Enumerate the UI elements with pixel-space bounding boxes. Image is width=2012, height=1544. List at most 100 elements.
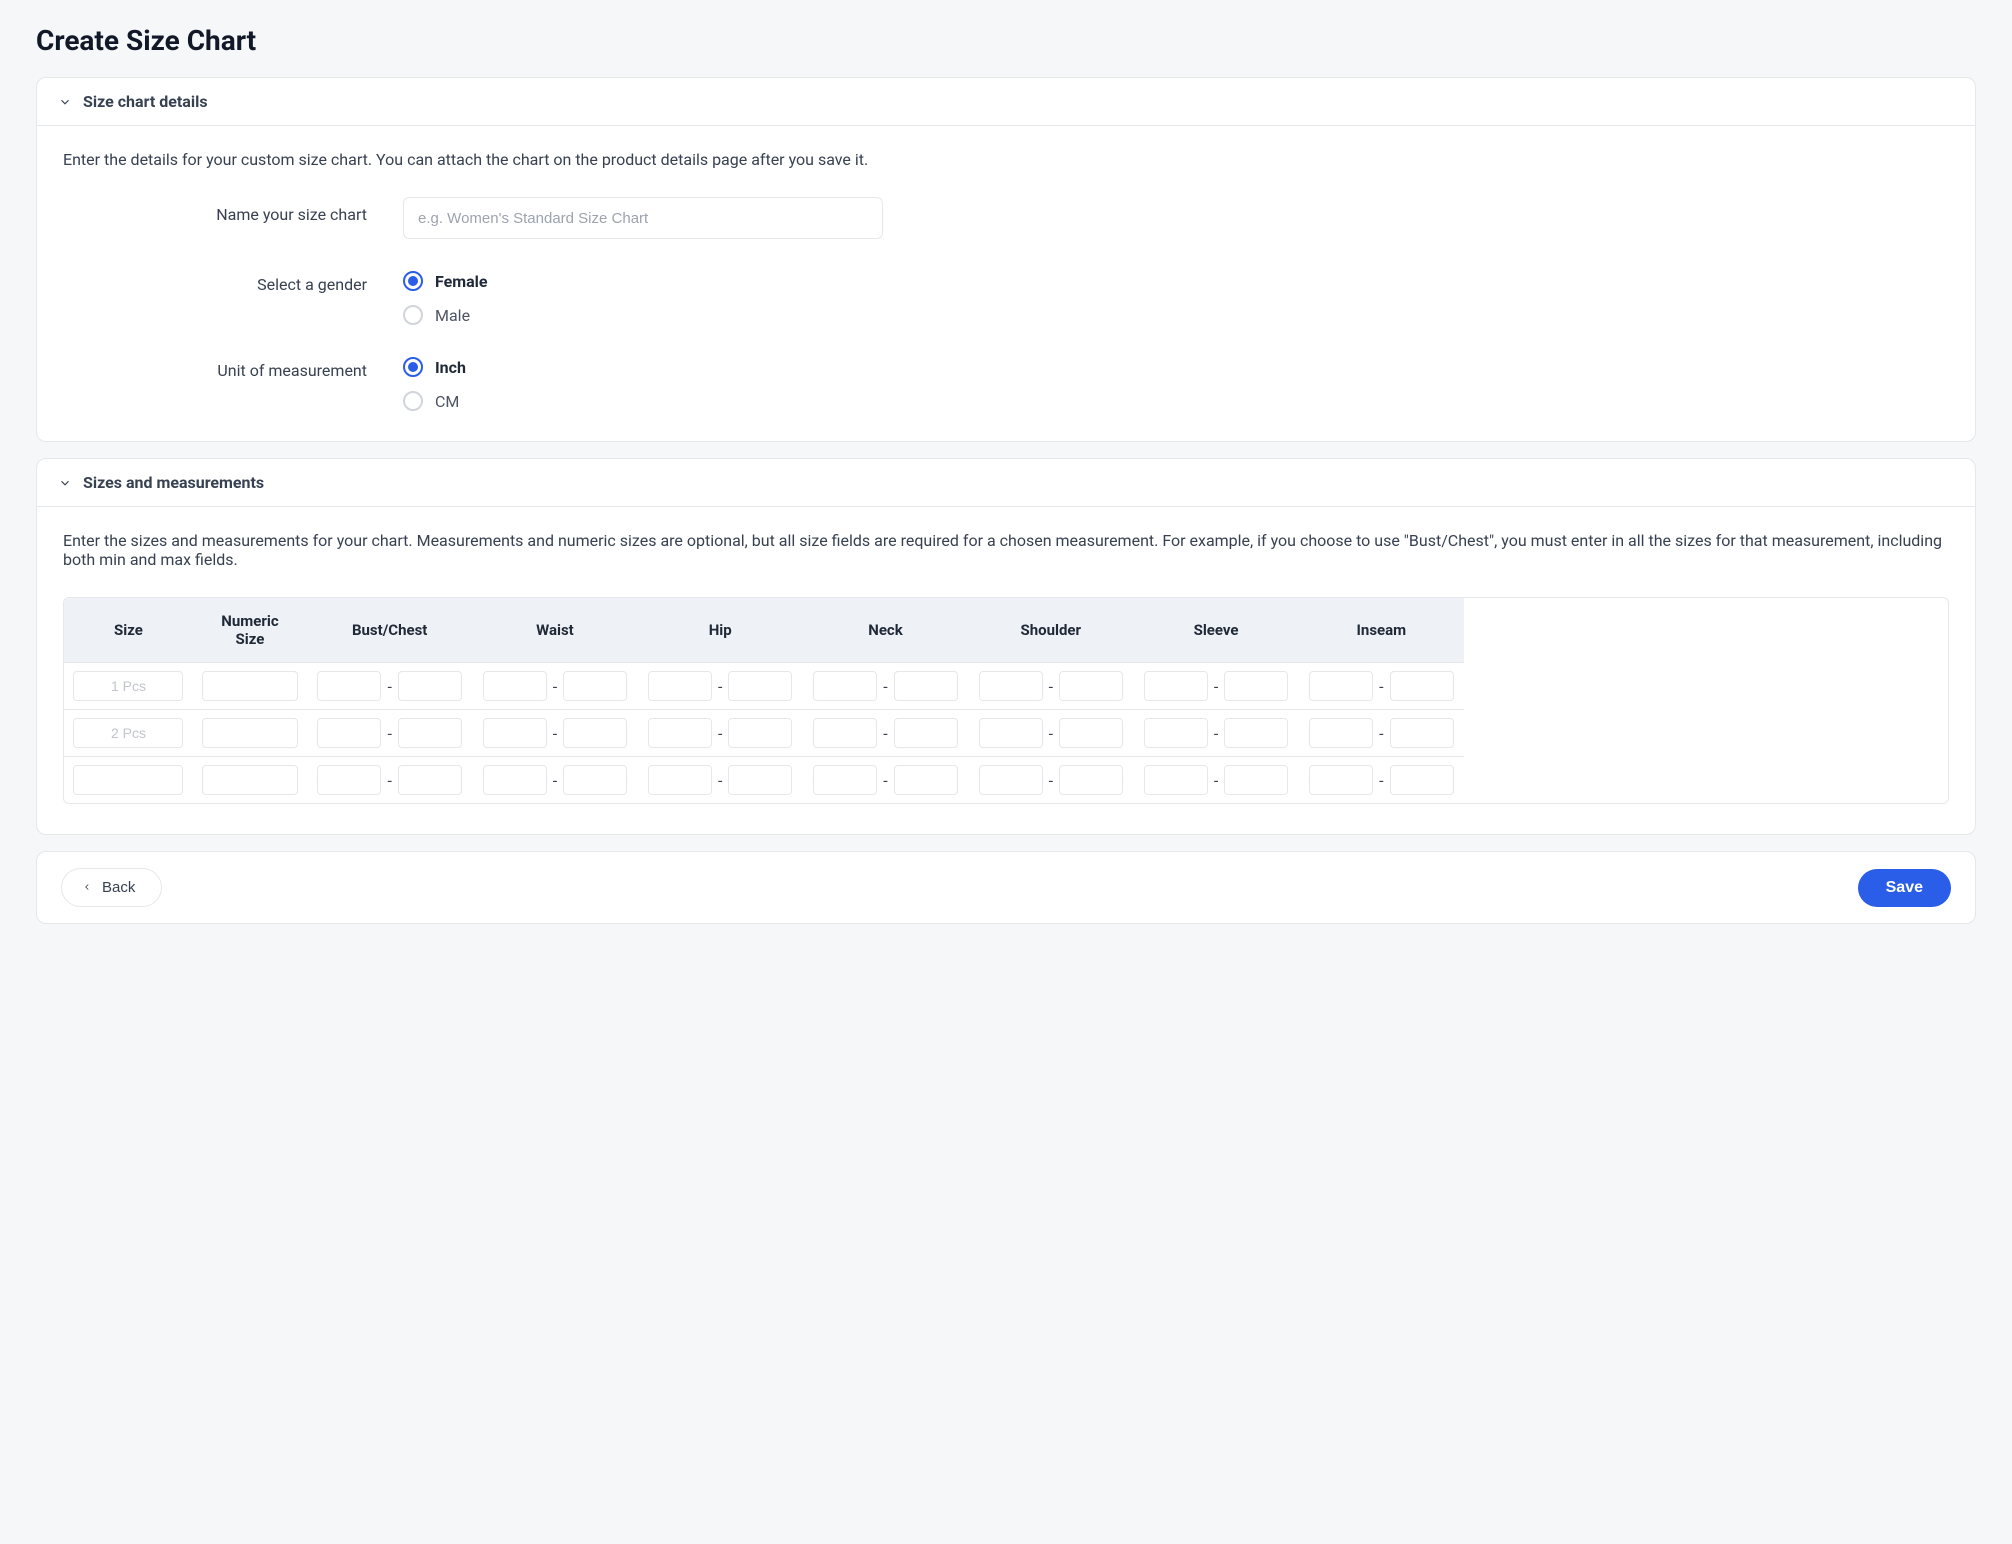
hip-max-input[interactable] [728, 765, 792, 795]
back-button[interactable]: Back [61, 868, 162, 907]
neck-min-input[interactable] [813, 671, 877, 701]
range-dash: - [718, 771, 722, 790]
gender-radio-male[interactable]: Male [403, 305, 1949, 325]
neck-max-input[interactable] [894, 765, 958, 795]
table-row: ------- [64, 757, 1464, 804]
section-sizes-title: Sizes and measurements [83, 473, 264, 492]
range-dash: - [1049, 677, 1053, 696]
neck-min-input[interactable] [813, 765, 877, 795]
chevron-down-icon [57, 475, 73, 491]
size-input[interactable] [73, 718, 183, 748]
inseam-min-input[interactable] [1309, 765, 1373, 795]
waist-min-input[interactable] [483, 718, 547, 748]
gender-radio-female[interactable]: Female [403, 271, 1949, 291]
inseam-min-input[interactable] [1309, 671, 1373, 701]
cell-inseam: - [1299, 757, 1464, 804]
section-sizes: Sizes and measurements Enter the sizes a… [36, 458, 1976, 835]
name-label: Name your size chart [63, 197, 403, 224]
neck-max-input[interactable] [894, 718, 958, 748]
range-dash: - [553, 724, 557, 743]
unit-radio-inch[interactable]: Inch [403, 357, 1949, 377]
cell-waist: - [472, 757, 637, 804]
page-title: Create Size Chart [36, 24, 1976, 57]
waist-max-input[interactable] [563, 718, 627, 748]
waist-min-input[interactable] [483, 765, 547, 795]
bust_chest-min-input[interactable] [317, 671, 381, 701]
hip-min-input[interactable] [648, 765, 712, 795]
inseam-min-input[interactable] [1309, 718, 1373, 748]
cell-bust_chest: - [307, 710, 472, 757]
section-sizes-header[interactable]: Sizes and measurements [37, 459, 1975, 507]
chevron-down-icon [57, 94, 73, 110]
gender-label: Select a gender [63, 267, 403, 294]
inseam-max-input[interactable] [1390, 671, 1454, 701]
sleeve-min-input[interactable] [1144, 671, 1208, 701]
radio-label: Inch [435, 358, 466, 377]
radio-icon [403, 391, 423, 411]
neck-max-input[interactable] [894, 671, 958, 701]
save-button[interactable]: Save [1858, 869, 1951, 907]
cell-inseam: - [1299, 663, 1464, 710]
cell-neck: - [803, 663, 968, 710]
range-dash: - [718, 724, 722, 743]
cell-waist: - [472, 710, 637, 757]
waist-max-input[interactable] [563, 671, 627, 701]
inseam-max-input[interactable] [1390, 718, 1454, 748]
radio-icon [403, 271, 423, 291]
bust_chest-max-input[interactable] [398, 718, 462, 748]
shoulder-min-input[interactable] [979, 671, 1043, 701]
hip-min-input[interactable] [648, 671, 712, 701]
sleeve-max-input[interactable] [1224, 765, 1288, 795]
range-dash: - [1379, 677, 1383, 696]
cell-bust_chest: - [307, 663, 472, 710]
name-input[interactable] [403, 197, 883, 239]
unit-radio-group: Inch CM [403, 353, 1949, 411]
cell-hip: - [638, 710, 803, 757]
column-header-numeric_size: Numeric Size [193, 598, 307, 663]
column-header-neck: Neck [803, 598, 968, 663]
range-dash: - [1379, 724, 1383, 743]
bust_chest-max-input[interactable] [398, 671, 462, 701]
sleeve-max-input[interactable] [1224, 671, 1288, 701]
neck-min-input[interactable] [813, 718, 877, 748]
hip-max-input[interactable] [728, 671, 792, 701]
shoulder-min-input[interactable] [979, 765, 1043, 795]
range-dash: - [883, 771, 887, 790]
column-header-size: Size [64, 598, 193, 663]
numeric_size-input[interactable] [202, 718, 298, 748]
bust_chest-min-input[interactable] [317, 718, 381, 748]
numeric_size-input[interactable] [202, 671, 298, 701]
shoulder-max-input[interactable] [1059, 765, 1123, 795]
waist-max-input[interactable] [563, 765, 627, 795]
hip-max-input[interactable] [728, 718, 792, 748]
bust_chest-min-input[interactable] [317, 765, 381, 795]
unit-radio-cm[interactable]: CM [403, 391, 1949, 411]
bust_chest-max-input[interactable] [398, 765, 462, 795]
cell-sleeve: - [1133, 710, 1298, 757]
range-dash: - [1214, 771, 1218, 790]
table-row: ------- [64, 710, 1464, 757]
waist-min-input[interactable] [483, 671, 547, 701]
column-header-bust_chest: Bust/Chest [307, 598, 472, 663]
column-header-hip: Hip [638, 598, 803, 663]
sleeve-max-input[interactable] [1224, 718, 1288, 748]
cell-numeric_size [193, 663, 307, 710]
range-dash: - [883, 724, 887, 743]
sleeve-min-input[interactable] [1144, 765, 1208, 795]
range-dash: - [1214, 724, 1218, 743]
chevron-left-icon [82, 879, 92, 896]
shoulder-max-input[interactable] [1059, 718, 1123, 748]
shoulder-min-input[interactable] [979, 718, 1043, 748]
inseam-max-input[interactable] [1390, 765, 1454, 795]
cell-inseam: - [1299, 710, 1464, 757]
hip-min-input[interactable] [648, 718, 712, 748]
size-input[interactable] [73, 765, 183, 795]
numeric_size-input[interactable] [202, 765, 298, 795]
cell-sleeve: - [1133, 663, 1298, 710]
shoulder-max-input[interactable] [1059, 671, 1123, 701]
section-details-header[interactable]: Size chart details [37, 78, 1975, 126]
size-input[interactable] [73, 671, 183, 701]
size-table-scroll[interactable]: SizeNumeric SizeBust/ChestWaistHipNeckSh… [63, 597, 1949, 804]
range-dash: - [1379, 771, 1383, 790]
sleeve-min-input[interactable] [1144, 718, 1208, 748]
